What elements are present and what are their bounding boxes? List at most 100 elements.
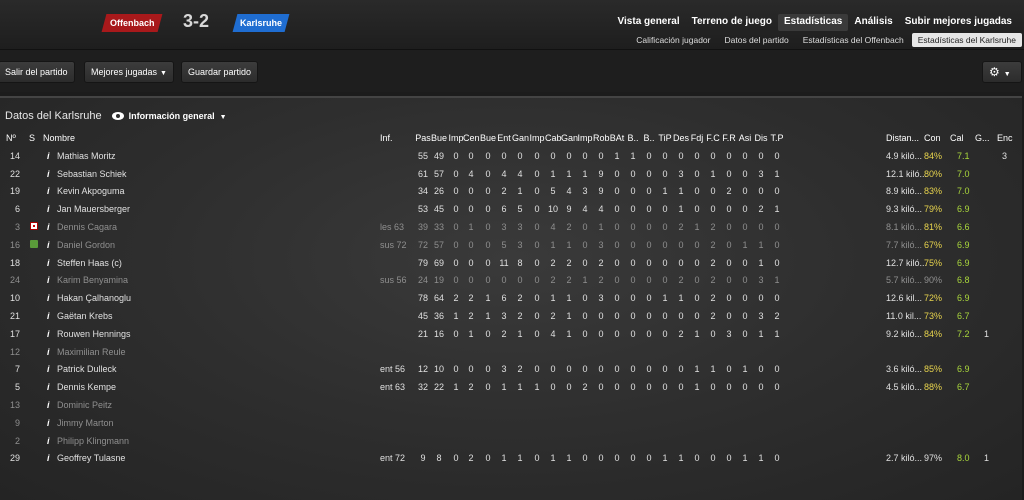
column-header[interactable]: Imp (577, 133, 593, 143)
exit-match-button[interactable]: Salir del partido (0, 61, 75, 83)
player-name[interactable]: Gaëtan Krebs (57, 311, 113, 321)
column-header[interactable]: Nº (6, 133, 16, 143)
table-row[interactable]: 29 i Geoffrey Tulasne ent 72 9 8 0 2 0 1 1 0 1 1 0 0 0 0 0… (0, 450, 1022, 468)
table-row[interactable]: 17 i Rouwen Hennings 21 16 0 1 0 2 1 0 4 1 0 0 0 0 0 0 2 1 0 3… (0, 326, 1022, 344)
table-row[interactable]: 13 i Dominic Peitz (0, 397, 1022, 415)
column-header[interactable]: Gan (512, 133, 529, 143)
table-row[interactable]: 2 i Philipp Klingmann (0, 433, 1022, 451)
column-header[interactable]: Inf. (380, 133, 393, 143)
column-header[interactable]: Con (924, 133, 941, 143)
table-row[interactable]: 22 i Sebastian Schiek 61 57 0 4 0 4 4 0 1 1 1 9 0 0 0 0 3 0 1… (0, 166, 1022, 184)
column-header[interactable]: Pas (415, 133, 431, 143)
table-row[interactable]: 21 i Gaëtan Krebs 45 36 1 2 1 3 2 0 2 1 0 0 0 0 0 0 0 0 2 0 0 3 2… (0, 308, 1022, 326)
tab-analysis[interactable]: Análisis (848, 14, 898, 31)
info-icon[interactable]: i (47, 240, 50, 250)
player-name[interactable]: Dominic Peitz (57, 400, 112, 410)
player-name[interactable]: Mathias Moritz (57, 151, 116, 161)
column-header[interactable]: T.P (769, 133, 785, 143)
info-icon[interactable]: i (47, 382, 50, 392)
away-team-badge[interactable]: Karlsruhe (232, 14, 290, 32)
player-name[interactable]: Daniel Gordon (57, 240, 115, 250)
table-row[interactable]: 9 i Jimmy Marton (0, 415, 1022, 433)
table-row[interactable]: 24 i Karim Benyamina sus 56 24 19 0 0 0 0 0 0 2 2 1 2 0 0… (0, 272, 1022, 290)
tab-statistics[interactable]: Estadísticas (778, 14, 849, 31)
player-name[interactable]: Jimmy Marton (57, 418, 114, 428)
tab-upload-highlights[interactable]: Subir mejores jugadas (899, 14, 1018, 31)
column-header[interactable]: F.C (705, 133, 721, 143)
table-row[interactable]: 10 i Hakan Çalhanoglu 78 64 2 2 1 6 2 0 1 1 0 3 0 0 0 1 1 0 2… (0, 290, 1022, 308)
info-icon[interactable]: i (47, 418, 50, 428)
table-row[interactable]: 14 i Mathias Moritz 55 49 0 0 0 0 0 0 0 0 0 0 1 1 0 0 0 0 0 0 0… (0, 148, 1022, 166)
column-header[interactable]: S (29, 133, 35, 143)
table-row[interactable]: 12 i Maximilian Reule (0, 344, 1022, 362)
column-header[interactable]: Distan... (886, 133, 919, 143)
tab-pitch[interactable]: Terreno de juego (686, 14, 778, 31)
info-icon[interactable]: i (47, 329, 50, 339)
tab-overview[interactable]: Vista general (612, 14, 686, 31)
view-selector[interactable]: Información general ▼ (129, 111, 227, 121)
subtab-home-stats[interactable]: Estadísticas del Offenbach (797, 33, 910, 47)
column-header[interactable]: Cen (463, 133, 480, 143)
save-match-button[interactable]: Guardar partido (181, 61, 259, 83)
column-header[interactable]: Dis (753, 133, 769, 143)
column-header[interactable]: Cab (545, 133, 562, 143)
info-icon[interactable]: i (47, 204, 50, 214)
column-header[interactable]: Asi (737, 133, 753, 143)
player-name[interactable]: Jan Mauersberger (57, 204, 130, 214)
column-header[interactable]: Ent (496, 133, 512, 143)
column-header[interactable]: Imp (448, 133, 464, 143)
player-name[interactable]: Kevin Akpoguma (57, 186, 125, 196)
column-header[interactable]: Cal (950, 133, 964, 143)
info-icon[interactable]: i (47, 169, 50, 179)
info-icon[interactable]: i (47, 347, 50, 357)
info-icon[interactable]: i (47, 436, 50, 446)
info-icon[interactable]: i (47, 364, 50, 374)
column-header[interactable]: TiP (657, 133, 673, 143)
player-name[interactable]: Rouwen Hennings (57, 329, 131, 339)
table-row[interactable]: 3 i Dennis Cagara les 63 39 33 0 1 0 3 3 0 4 2 0 1 0 0 0 0 2… (0, 219, 1022, 237)
info-icon[interactable]: i (47, 453, 50, 463)
info-icon[interactable]: i (47, 151, 50, 161)
info-icon[interactable]: i (47, 311, 50, 321)
column-header[interactable]: G... (975, 133, 990, 143)
column-header[interactable]: Des (673, 133, 689, 143)
column-header[interactable]: B.. (625, 133, 641, 143)
eye-icon[interactable] (111, 112, 124, 120)
player-name[interactable]: Dennis Kempe (57, 382, 116, 392)
column-header[interactable]: Nombre (43, 133, 75, 143)
column-header[interactable]: Imp (529, 133, 545, 143)
column-header[interactable]: Bue (480, 133, 496, 143)
player-name[interactable]: Hakan Çalhanoglu (57, 293, 131, 303)
table-row[interactable]: 5 i Dennis Kempe ent 63 32 22 1 2 0 1 1 1 0 0 2 0 0 0 0 0 0 1… (0, 379, 1022, 397)
player-name[interactable]: Maximilian Reule (57, 347, 126, 357)
info-icon[interactable]: i (47, 186, 50, 196)
player-name[interactable]: Dennis Cagara (57, 222, 117, 232)
column-header[interactable]: Fdj (689, 133, 705, 143)
info-icon[interactable]: i (47, 400, 50, 410)
table-row[interactable]: 7 i Patrick Dulleck ent 56 12 10 0 0 0 3 2 0 0 0 0 0 0 0 0… (0, 361, 1022, 379)
player-name[interactable]: Patrick Dulleck (57, 364, 117, 374)
info-icon[interactable]: i (47, 293, 50, 303)
column-header[interactable]: F.R (721, 133, 737, 143)
column-header[interactable]: Rob (593, 133, 610, 143)
info-icon[interactable]: i (47, 222, 50, 232)
subtab-away-stats[interactable]: Estadísticas del Karlsruhe (911, 33, 1022, 47)
table-row[interactable]: 16 i Daniel Gordon sus 72 72 57 0 0 0 5 3 0 1 1 0 3 0 0 0 0… (0, 237, 1022, 255)
table-row[interactable]: 19 i Kevin Akpoguma 34 26 0 0 0 2 1 0 5 4 3 9 0 0 0 1 1 0 0 2 0… (0, 183, 1022, 201)
player-name[interactable]: Steffen Haas (c) (57, 258, 122, 268)
player-name[interactable]: Philipp Klingmann (57, 436, 129, 446)
info-icon[interactable]: i (47, 275, 50, 285)
column-header[interactable]: Bue (431, 133, 447, 143)
subtab-match-stats[interactable]: Datos del partido (718, 33, 794, 47)
settings-button[interactable]: ⚙ ▼ (982, 61, 1022, 83)
column-header[interactable]: Enc (997, 133, 1013, 143)
home-team-badge[interactable]: Offenbach (101, 14, 163, 32)
player-name[interactable]: Geoffrey Tulasne (57, 453, 125, 463)
column-header[interactable]: B.. (641, 133, 657, 143)
column-header[interactable]: Gan (561, 133, 578, 143)
info-icon[interactable]: i (47, 258, 50, 268)
player-name[interactable]: Karim Benyamina (57, 275, 128, 285)
column-header[interactable]: BAt (609, 133, 625, 143)
table-row[interactable]: 6 i Jan Mauersberger 53 45 0 0 0 6 5 0 10 9 4 4 0 0 0 0 1 0 0… (0, 201, 1022, 219)
subtab-player-ratings[interactable]: Calificación jugador (630, 33, 716, 47)
